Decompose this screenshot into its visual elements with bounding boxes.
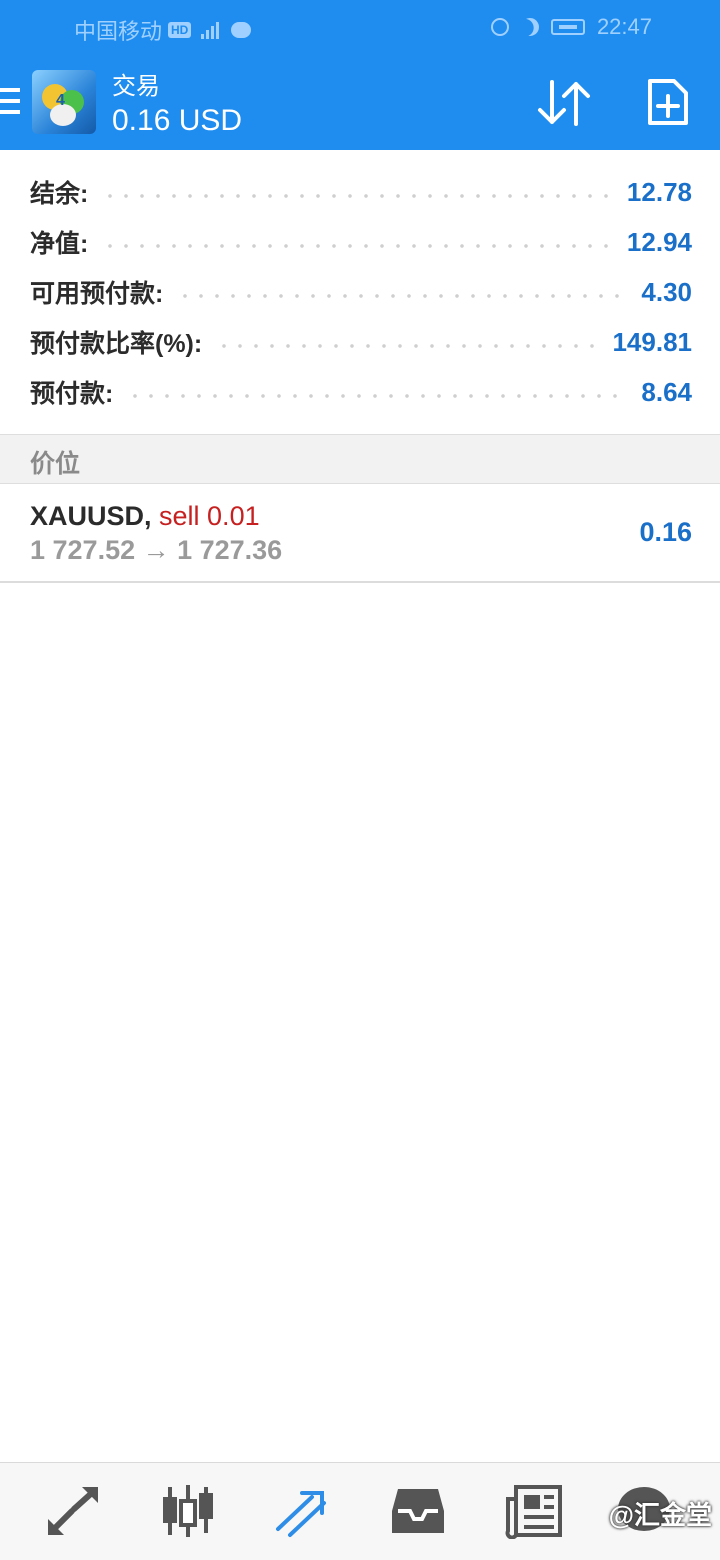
new-order-button[interactable]: [646, 78, 690, 126]
margin-level-label: 预付款比率(%):: [30, 330, 203, 358]
nav-news[interactable]: [504, 1483, 564, 1540]
status-left: 中国移动 HD: [74, 14, 252, 46]
do-not-disturb-icon: [518, 15, 543, 40]
nav-history[interactable]: [388, 1483, 448, 1539]
margin-label: 预付款:: [30, 380, 114, 408]
free-margin-label: 可用预付款:: [30, 280, 164, 308]
margin-value: 8.64: [641, 376, 692, 407]
status-bar: 中国移动 HD 22:47: [0, 0, 720, 56]
position-prices: 1 727.52 → 1 727.36: [30, 535, 283, 565]
balance-row: 结余: 12.78: [30, 172, 692, 212]
equity-label: 净值:: [30, 230, 89, 258]
page-title: 交易: [112, 73, 160, 100]
status-time: 22:47: [596, 14, 652, 39]
leader-dots: [177, 294, 628, 298]
hamburger-menu-icon[interactable]: [0, 88, 20, 118]
history-inbox-icon: [392, 1489, 444, 1533]
free-margin-row: 可用预付款: 4.30: [30, 272, 692, 312]
position-symbol: XAUUSD,: [30, 501, 152, 531]
equity-row: 净值: 12.94: [30, 222, 692, 262]
total-profit: 0.16 USD: [112, 104, 243, 137]
account-summary: 结余: 12.78 净值: 12.94 可用预付款: 4.30 预付款比率(%)…: [0, 150, 720, 434]
nav-trade[interactable]: [272, 1483, 332, 1539]
nav-chart[interactable]: [158, 1483, 218, 1539]
margin-level-row: 预付款比率(%): 149.81: [30, 322, 692, 362]
watermark-text: @汇金堂: [608, 1500, 712, 1530]
nav-quotes[interactable]: [44, 1483, 104, 1539]
section-title: 价位: [30, 450, 81, 478]
equity-value: 12.94: [626, 226, 692, 257]
leader-dots: [102, 194, 613, 198]
margin-level-value: 149.81: [612, 326, 692, 357]
position-row[interactable]: XAUUSD, sell 0.01 1 727.52 → 1 727.36 0.…: [0, 485, 720, 583]
alarm-icon: [490, 18, 509, 36]
app-header: 中国移动 HD 22:47 4 交易 0.16 USD: [0, 0, 720, 150]
sort-button[interactable]: [536, 78, 592, 128]
add-document-icon: [648, 79, 688, 125]
margin-row: 预付款: 8.64: [30, 372, 692, 412]
hd-badge: HD: [168, 22, 192, 38]
balance-label: 结余:: [30, 180, 89, 208]
positions-section-header: 价位: [0, 434, 720, 484]
carrier-name: 中国移动: [74, 19, 163, 44]
position-profit: 0.16: [639, 517, 692, 547]
position-type: sell 0.01: [159, 501, 260, 531]
balance-value: 12.78: [626, 176, 692, 207]
leader-dots: [102, 244, 613, 248]
chart-candles-icon: [163, 1485, 213, 1537]
leader-dots: [127, 394, 628, 398]
sort-arrows-icon: [538, 80, 590, 126]
signal-icon: [201, 21, 220, 39]
free-margin-value: 4.30: [641, 276, 692, 307]
position-title: XAUUSD, sell 0.01: [30, 501, 260, 532]
metatrader-logo: 4: [32, 70, 96, 134]
battery-icon: [550, 19, 585, 35]
trade-icon: [276, 1491, 326, 1537]
leader-dots: [216, 344, 599, 348]
news-icon: [505, 1485, 562, 1540]
message-icon: [231, 22, 252, 38]
bottom-navigation: @汇金堂: [0, 1462, 720, 1560]
quotes-arrows-icon: [48, 1487, 98, 1535]
status-right: 22:47: [490, 14, 652, 40]
